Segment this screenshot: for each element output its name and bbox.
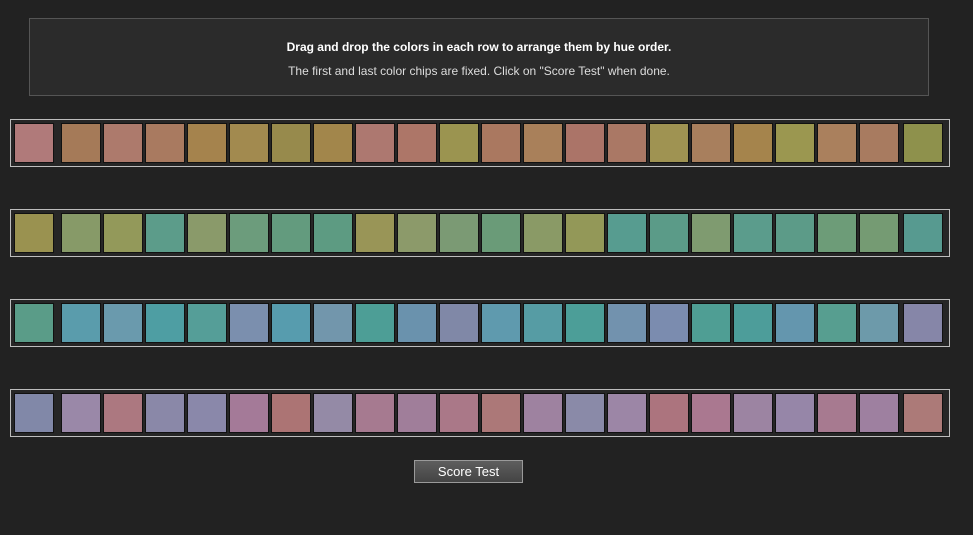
fixed-last-chip	[903, 393, 943, 433]
color-chip[interactable]	[145, 303, 185, 343]
color-chip[interactable]	[523, 213, 563, 253]
color-chip[interactable]	[313, 303, 353, 343]
color-chip[interactable]	[649, 393, 689, 433]
color-chip[interactable]	[607, 393, 647, 433]
color-chip[interactable]	[397, 213, 437, 253]
color-chip[interactable]	[481, 393, 521, 433]
color-chip[interactable]	[61, 303, 101, 343]
color-chip[interactable]	[355, 303, 395, 343]
color-chip[interactable]	[271, 393, 311, 433]
color-chip[interactable]	[523, 303, 563, 343]
color-chip[interactable]	[565, 393, 605, 433]
color-chip[interactable]	[733, 393, 773, 433]
color-chip[interactable]	[145, 123, 185, 163]
color-chip[interactable]	[817, 123, 857, 163]
color-chip[interactable]	[481, 123, 521, 163]
color-chip[interactable]	[607, 303, 647, 343]
fixed-first-chip	[14, 393, 54, 433]
color-chip[interactable]	[355, 213, 395, 253]
color-chip[interactable]	[229, 123, 269, 163]
color-chip[interactable]	[229, 393, 269, 433]
color-chip[interactable]	[817, 393, 857, 433]
instructions-subtitle: The first and last color chips are fixed…	[288, 64, 670, 78]
color-chip[interactable]	[691, 393, 731, 433]
color-chip[interactable]	[313, 213, 353, 253]
color-chip[interactable]	[859, 123, 899, 163]
color-chip[interactable]	[481, 303, 521, 343]
color-chip[interactable]	[61, 213, 101, 253]
color-chip[interactable]	[775, 303, 815, 343]
color-chip[interactable]	[313, 393, 353, 433]
color-chip[interactable]	[145, 393, 185, 433]
color-chip[interactable]	[649, 123, 689, 163]
color-chip[interactable]	[229, 213, 269, 253]
color-chip[interactable]	[271, 213, 311, 253]
color-chip[interactable]	[439, 393, 479, 433]
color-chip[interactable]	[775, 123, 815, 163]
color-chip[interactable]	[691, 303, 731, 343]
color-chip[interactable]	[649, 303, 689, 343]
color-chip[interactable]	[355, 123, 395, 163]
color-chip[interactable]	[397, 123, 437, 163]
color-chip[interactable]	[439, 213, 479, 253]
fixed-first-chip	[14, 213, 54, 253]
color-chip[interactable]	[565, 123, 605, 163]
color-chip[interactable]	[691, 213, 731, 253]
color-chip[interactable]	[775, 213, 815, 253]
color-chip[interactable]	[565, 303, 605, 343]
color-row-2	[10, 209, 950, 257]
color-chip[interactable]	[859, 303, 899, 343]
instructions-title: Drag and drop the colors in each row to …	[286, 40, 672, 54]
fixed-last-chip	[903, 303, 943, 343]
color-row-3	[10, 299, 950, 347]
color-chip[interactable]	[859, 393, 899, 433]
color-row-1	[10, 119, 950, 167]
fixed-first-chip	[14, 303, 54, 343]
color-chip[interactable]	[103, 213, 143, 253]
color-chip[interactable]	[733, 213, 773, 253]
color-chip[interactable]	[187, 393, 227, 433]
color-chip[interactable]	[61, 123, 101, 163]
fixed-first-chip	[14, 123, 54, 163]
color-chip[interactable]	[229, 303, 269, 343]
color-chip[interactable]	[271, 303, 311, 343]
color-chip[interactable]	[439, 303, 479, 343]
color-chip[interactable]	[817, 303, 857, 343]
color-chip[interactable]	[397, 393, 437, 433]
color-chip[interactable]	[271, 123, 311, 163]
color-chip[interactable]	[313, 123, 353, 163]
color-chip[interactable]	[523, 393, 563, 433]
color-chip[interactable]	[733, 303, 773, 343]
color-chip[interactable]	[859, 213, 899, 253]
color-chip[interactable]	[691, 123, 731, 163]
color-chip[interactable]	[733, 123, 773, 163]
fixed-last-chip	[903, 213, 943, 253]
color-chip[interactable]	[607, 123, 647, 163]
color-chip[interactable]	[145, 213, 185, 253]
color-chip[interactable]	[61, 393, 101, 433]
color-chip[interactable]	[187, 213, 227, 253]
instructions-panel: Drag and drop the colors in each row to …	[29, 18, 929, 96]
color-chip[interactable]	[565, 213, 605, 253]
color-chip[interactable]	[775, 393, 815, 433]
color-chip[interactable]	[481, 213, 521, 253]
hue-test-page: Drag and drop the colors in each row to …	[0, 0, 973, 535]
color-chip[interactable]	[649, 213, 689, 253]
color-chip[interactable]	[103, 303, 143, 343]
color-row-4	[10, 389, 950, 437]
fixed-last-chip	[903, 123, 943, 163]
color-chip[interactable]	[355, 393, 395, 433]
color-chip[interactable]	[397, 303, 437, 343]
color-chip[interactable]	[607, 213, 647, 253]
color-chip[interactable]	[187, 303, 227, 343]
color-chip[interactable]	[187, 123, 227, 163]
color-chip[interactable]	[817, 213, 857, 253]
score-test-button[interactable]: Score Test	[414, 460, 523, 483]
color-chip[interactable]	[103, 123, 143, 163]
color-chip[interactable]	[439, 123, 479, 163]
color-chip[interactable]	[523, 123, 563, 163]
color-chip[interactable]	[103, 393, 143, 433]
